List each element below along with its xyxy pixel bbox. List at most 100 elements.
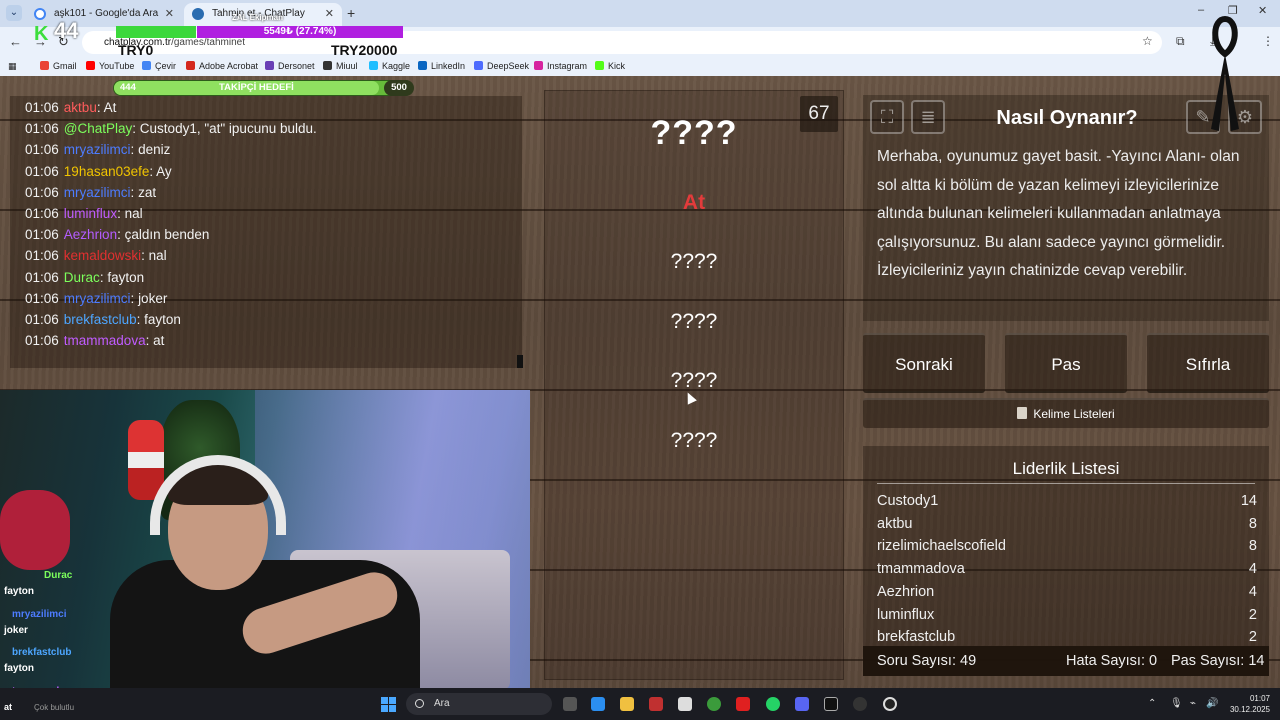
app-circle-icon[interactable] xyxy=(883,697,897,711)
network-icon[interactable]: ⌁ xyxy=(1190,698,1196,709)
chat-username[interactable]: @ChatPlay xyxy=(64,121,132,136)
app-icon[interactable] xyxy=(649,697,663,711)
bookmark-miuul[interactable]: Miuul xyxy=(323,61,358,71)
linkedin-icon xyxy=(418,61,427,70)
chat-separator: : xyxy=(136,312,145,327)
weather-status: Çok bulutlu xyxy=(34,703,75,712)
new-tab-button[interactable]: + xyxy=(347,5,355,21)
leaderboard-row: Custody1 14 xyxy=(877,493,1257,509)
chat-username[interactable]: Durac xyxy=(64,270,100,285)
chat-username[interactable]: aktbu xyxy=(64,100,97,115)
tray-chevron-icon[interactable]: ⌃ xyxy=(1148,698,1156,709)
tab-list-button[interactable]: ⌄ xyxy=(6,5,22,21)
follower-current: 444 xyxy=(120,82,136,93)
chat-username[interactable]: mryazilimci xyxy=(64,291,131,306)
search-placeholder: Ara xyxy=(434,698,450,709)
bookmark-deepseek[interactable]: DeepSeek xyxy=(474,61,529,71)
chat-message: 01:06 mryazilimci: joker xyxy=(25,291,167,306)
chat-separator: : xyxy=(96,100,104,115)
player-score: 4 xyxy=(1248,583,1257,600)
follower-goal-bar: 444 TAKİPÇİ HEDEFİ 500 xyxy=(113,80,414,96)
file-explorer-icon[interactable] xyxy=(620,697,634,711)
chat-message: 01:06 mryazilimci: deniz xyxy=(25,142,170,157)
bookmark-dersonet[interactable]: Dersonet xyxy=(265,61,315,71)
bookmark-translate[interactable]: Çevir xyxy=(142,61,176,71)
reset-button[interactable]: Sıfırla xyxy=(1147,333,1269,393)
store-icon[interactable] xyxy=(678,697,692,711)
word-lists-button[interactable]: Kelime Listeleri xyxy=(863,398,1269,428)
kaggle-icon xyxy=(369,61,378,70)
volume-icon[interactable]: 🔊 xyxy=(1206,698,1218,709)
chat-username[interactable]: mryazilimci xyxy=(64,142,131,157)
chat-message: 01:06 mryazilimci: zat xyxy=(25,185,156,200)
leaderboard-row: brekfastclub 2 xyxy=(877,629,1257,645)
chat-text: çaldın benden xyxy=(124,227,210,243)
back-arrow-icon[interactable]: ← xyxy=(9,34,22,49)
player-name: tmammadova xyxy=(877,561,965,578)
capcut-icon[interactable] xyxy=(824,697,838,711)
chat-username[interactable]: 19hasan03efe xyxy=(64,164,150,179)
menu-icon[interactable]: ⋮ xyxy=(1262,34,1274,48)
chrome-icon[interactable] xyxy=(707,697,721,711)
revealed-hint: At xyxy=(682,191,706,214)
bookmark-linkedin[interactable]: LinkedIn xyxy=(418,61,465,71)
microphone-icon[interactable]: 🎙 xyxy=(1170,698,1183,709)
discord-icon[interactable] xyxy=(795,697,809,711)
bookmark-youtube[interactable]: YouTube xyxy=(86,61,134,71)
close-tab-icon[interactable]: ✕ xyxy=(165,3,174,25)
whatsapp-icon[interactable] xyxy=(766,697,780,711)
windows-start-icon[interactable] xyxy=(381,697,397,713)
close-window-button[interactable]: ✕ xyxy=(1258,4,1267,17)
chat-message: 01:06 Durac: fayton xyxy=(25,270,144,285)
tab-google-search[interactable]: aşk101 - Google'da Ara ✕ xyxy=(26,3,182,27)
miuul-icon xyxy=(323,61,332,70)
bookmark-star-icon[interactable]: ☆ xyxy=(1142,34,1153,48)
apps-grid-icon[interactable]: ▦ xyxy=(8,61,17,72)
task-view-icon[interactable] xyxy=(563,697,577,711)
windows-taskbar: at Çok bulutlu Ara ⌃ 🎙 ⌁ 🔊 01:07 30.12.2… xyxy=(0,688,1280,720)
taboo-word: ???? xyxy=(670,369,718,392)
minimize-button[interactable]: – xyxy=(1198,4,1204,16)
list-icon xyxy=(1017,407,1028,419)
taskbar-search[interactable]: Ara xyxy=(406,693,552,715)
fullscreen-icon[interactable]: ⛶ xyxy=(870,100,904,134)
pass-button[interactable]: Pas xyxy=(1005,333,1127,393)
bookmarks-bar: ▦ Gmail YouTube Çevir Adobe Acrobat Ders… xyxy=(0,58,1280,76)
close-tab-icon[interactable]: ✕ xyxy=(325,3,334,25)
main-word: ???? xyxy=(650,114,738,152)
chat-username[interactable]: tmammadova xyxy=(64,333,146,348)
player-name: Custody1 xyxy=(877,493,939,509)
chat-message: 01:06 tmammadova: at xyxy=(25,333,164,348)
extensions-icon[interactable]: ⧉ xyxy=(1176,34,1185,49)
next-button[interactable]: Sonraki xyxy=(863,333,985,393)
chat-time: 01:06 xyxy=(25,312,59,327)
notes-icon[interactable]: ≣ xyxy=(911,100,945,134)
bookmark-acrobat[interactable]: Adobe Acrobat xyxy=(186,61,258,71)
bookmark-instagram[interactable]: Instagram xyxy=(534,61,587,71)
stream-chat-text: joker xyxy=(4,624,28,636)
chat-username[interactable]: mryazilimci xyxy=(64,185,131,200)
mourning-ribbon-icon xyxy=(1211,15,1239,131)
chat-time: 01:06 xyxy=(25,121,59,137)
obs-icon[interactable] xyxy=(853,697,867,711)
chat-username[interactable]: luminflux xyxy=(64,206,117,221)
chat-scrollbar[interactable] xyxy=(517,355,523,368)
chat-text: at xyxy=(153,333,165,349)
chat-username[interactable]: kemaldowski xyxy=(64,248,141,263)
player-score: 14 xyxy=(1240,493,1257,509)
youtube-app-icon[interactable] xyxy=(736,697,750,711)
bookmark-gmail[interactable]: Gmail xyxy=(40,61,77,71)
taskbar-clock[interactable]: 01:07 30.12.2025 xyxy=(1226,693,1270,715)
leaderboard-row: tmammadova 4 xyxy=(877,561,1257,577)
bookmark-kick[interactable]: Kick xyxy=(595,61,625,71)
chat-username[interactable]: brekfastclub xyxy=(64,312,137,327)
dersonet-icon xyxy=(265,61,274,70)
player-score: 4 xyxy=(1248,561,1257,578)
copilot-icon[interactable] xyxy=(591,697,605,711)
pass-count: Pas Sayısı: 14 xyxy=(1171,653,1265,669)
donation-progress-bar: 5549₺ (27.74%) xyxy=(197,26,403,38)
chat-username[interactable]: Aezhrion xyxy=(64,227,117,242)
overlay-top-label: ZAL Ekipman xyxy=(232,13,283,22)
bookmark-kaggle[interactable]: Kaggle xyxy=(369,61,410,71)
gmail-icon xyxy=(40,61,49,70)
